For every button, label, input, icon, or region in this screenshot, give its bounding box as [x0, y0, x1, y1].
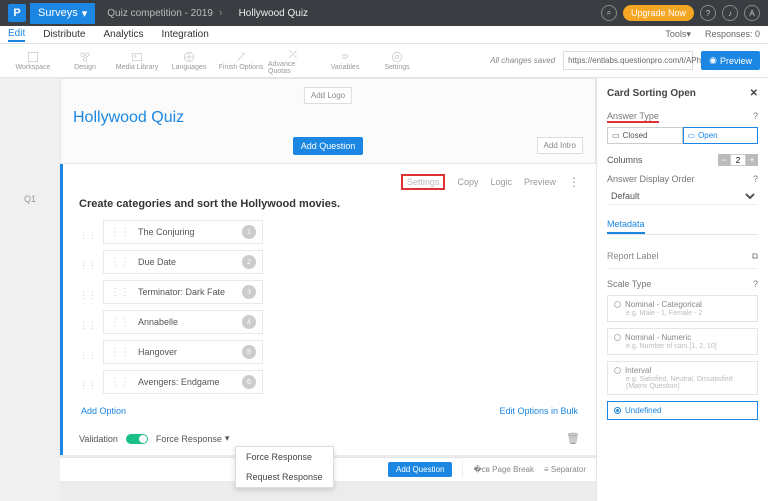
add-option-link[interactable]: Add Option	[81, 406, 126, 416]
tab-edit[interactable]: Edit	[8, 28, 25, 42]
add-intro-button[interactable]: Add Intro	[537, 137, 583, 154]
answer-type-label: Answer Type	[607, 111, 659, 123]
separator-button[interactable]: ≡ Separator	[544, 465, 586, 474]
breadcrumb-current: Hollywood Quiz	[239, 8, 308, 19]
scale-undefined[interactable]: Undefined	[607, 401, 758, 420]
add-question-button-footer[interactable]: Add Question	[388, 462, 452, 477]
validation-label: Validation	[79, 434, 118, 444]
help-icon[interactable]: ?	[753, 279, 758, 289]
drag-icon[interactable]: ⋮⋮	[79, 230, 97, 241]
scale-nominal-cat[interactable]: Nominal - Categorical e.g. Male - 1, Fem…	[607, 295, 758, 322]
closed-icon: ▭	[612, 131, 620, 140]
drag-icon[interactable]: ⋮⋮	[79, 380, 97, 391]
responses-count: Responses: 0	[705, 29, 760, 40]
stepper-minus[interactable]: −	[718, 154, 730, 166]
avatar[interactable]: A	[744, 5, 760, 21]
tool-finish[interactable]: Finish Options	[216, 50, 266, 71]
drag-icon[interactable]: ⋮⋮	[79, 260, 97, 271]
tool-variables[interactable]: Variables	[320, 50, 370, 71]
tool-quotas[interactable]: Advance Quotas	[268, 47, 318, 75]
option-row[interactable]: ⋮⋮Due Date2	[103, 250, 263, 274]
option-row[interactable]: ⋮⋮Terminator: Dark Fate3	[103, 280, 263, 304]
metadata-tab[interactable]: Metadata	[607, 219, 645, 234]
tool-media[interactable]: Media Library	[112, 50, 162, 71]
drag-icon[interactable]: ⋮⋮	[79, 290, 97, 301]
qtab-logic[interactable]: Logic	[490, 177, 512, 187]
right-panel: Card Sorting Open✕ Answer Type? ▭Closed …	[596, 78, 768, 501]
option-row[interactable]: ⋮⋮Avengers: Endgame6	[103, 370, 263, 394]
seg-closed[interactable]: ▭Closed	[607, 127, 683, 144]
tool-workspace[interactable]: Workspace	[8, 50, 58, 71]
external-icon[interactable]: ⧉	[752, 251, 758, 262]
help-icon[interactable]: ?	[753, 174, 758, 184]
upgrade-button[interactable]: Upgrade Now	[623, 5, 694, 21]
drag-icon[interactable]: ⋮⋮	[79, 350, 97, 361]
search-icon[interactable]: ⌕	[601, 5, 617, 21]
scale-type-label: Scale Type	[607, 279, 651, 289]
validation-toggle[interactable]	[126, 434, 148, 444]
tab-distribute[interactable]: Distribute	[43, 29, 85, 40]
qtab-copy[interactable]: Copy	[457, 177, 478, 187]
breadcrumb-folder[interactable]: Quiz competition - 2019	[107, 8, 213, 19]
option-row[interactable]: ⋮⋮Hangover5	[103, 340, 263, 364]
columns-stepper[interactable]: − +	[718, 154, 758, 166]
force-response-menu: Force Response Request Response	[235, 446, 334, 488]
drag-icon[interactable]: ⋮⋮	[79, 320, 97, 331]
tab-integration[interactable]: Integration	[162, 29, 209, 40]
stepper-plus[interactable]: +	[746, 154, 758, 166]
ado-label: Answer Display Order	[607, 174, 695, 184]
qtab-settings[interactable]: Settings	[401, 174, 446, 190]
columns-label: Columns	[607, 155, 643, 165]
tab-analytics[interactable]: Analytics	[103, 29, 143, 40]
question-block: Settings Copy Logic Preview ⋮ Create cat…	[60, 164, 596, 455]
preview-button[interactable]: ◉Preview	[701, 51, 760, 70]
question-number: Q1	[0, 194, 60, 204]
scale-nominal-num[interactable]: Nominal - Numeric e.g. Number of cars [1…	[607, 328, 758, 355]
option-row[interactable]: ⋮⋮The Conjuring1	[103, 220, 263, 244]
edit-bulk-link[interactable]: Edit Options in Bulk	[499, 406, 578, 416]
survey-title[interactable]: Hollywood Quiz	[73, 109, 583, 127]
menu-item-request[interactable]: Request Response	[236, 467, 333, 487]
question-title[interactable]: Create categories and sort the Hollywood…	[79, 198, 580, 210]
qtab-preview[interactable]: Preview	[524, 177, 556, 187]
save-status: All changes saved	[490, 56, 555, 65]
left-gutter: Q1	[0, 78, 60, 501]
stepper-input[interactable]	[730, 154, 746, 166]
add-question-button[interactable]: Add Question	[293, 137, 364, 155]
option-row[interactable]: ⋮⋮Annabelle4	[103, 310, 263, 334]
close-icon[interactable]: ✕	[750, 88, 758, 99]
help-icon[interactable]: ?	[753, 111, 758, 123]
seg-open[interactable]: ▭Open	[683, 127, 759, 144]
ado-select[interactable]: Default	[607, 188, 758, 205]
tool-design[interactable]: Design	[60, 50, 110, 71]
tools-dropdown[interactable]: Tools▾	[665, 29, 691, 40]
survey-header: Add Logo Hollywood Quiz Add Question Add…	[60, 78, 596, 164]
panel-title: Card Sorting Open	[607, 88, 696, 99]
tool-settings[interactable]: Settings	[372, 50, 422, 71]
top-bar: P Surveys▾ Quiz competition - 2019 › Hol…	[0, 0, 768, 26]
app-logo[interactable]: P	[8, 4, 26, 22]
tool-languages[interactable]: Languages	[164, 50, 214, 71]
survey-url[interactable]: https://entlabs.questionpro.com/t/APh…✎	[563, 51, 693, 70]
menu-bar: Edit Distribute Analytics Integration To…	[0, 26, 768, 44]
delete-icon[interactable]: 🗑	[566, 432, 580, 445]
help-icon[interactable]: ?	[700, 5, 716, 21]
chevron-down-icon: ▾	[225, 433, 230, 444]
force-response-dropdown[interactable]: Force Response ▾	[156, 433, 230, 444]
open-icon: ▭	[688, 131, 696, 140]
menu-item-force[interactable]: Force Response	[236, 447, 333, 467]
toolbar: Workspace Design Media Library Languages…	[0, 44, 768, 78]
add-logo-button[interactable]: Add Logo	[304, 87, 352, 104]
breadcrumb-sep: ›	[219, 7, 223, 19]
bell-icon[interactable]: ♪	[722, 5, 738, 21]
surveys-dropdown[interactable]: Surveys▾	[30, 3, 95, 24]
qtab-more-icon[interactable]: ⋮	[568, 175, 580, 189]
eye-icon: ◉	[709, 55, 717, 66]
scale-interval[interactable]: Interval e.g. Satisfied, Neutral, Dissat…	[607, 361, 758, 395]
report-label[interactable]: Report Label	[607, 251, 659, 262]
chevron-down-icon: ▾	[82, 7, 88, 20]
page-break-button[interactable]: �св Page Break	[473, 465, 534, 474]
